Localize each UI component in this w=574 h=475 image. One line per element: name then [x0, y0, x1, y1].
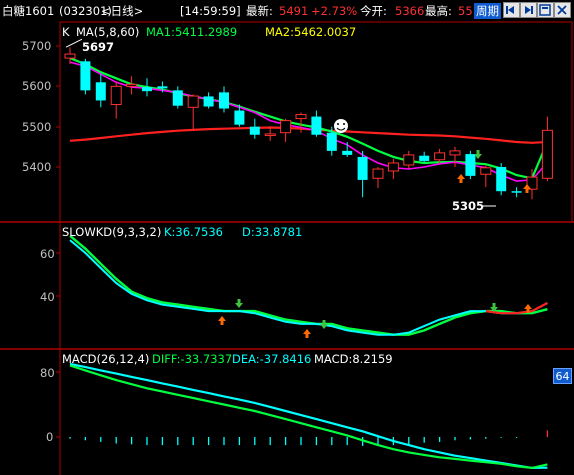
kd-label: SLOWKD(9,3,3,2)	[62, 225, 162, 239]
candle-body	[172, 90, 183, 106]
candle-body	[465, 154, 476, 176]
candle-body	[419, 155, 430, 161]
kd-d-line	[69, 234, 548, 336]
y-tick: 0	[46, 430, 54, 444]
ma2-line	[69, 57, 549, 180]
candle-body	[80, 61, 91, 91]
buy-arrow-icon	[303, 329, 311, 338]
candle-body	[64, 53, 76, 59]
candle-body	[203, 96, 214, 107]
candle-body	[372, 168, 384, 179]
kd-k-value: K:36.7536	[164, 225, 223, 239]
candle-body	[511, 191, 522, 193]
y-tick: 80	[40, 366, 55, 380]
kd-d-value: D:33.8781	[242, 225, 303, 239]
candle-body	[295, 114, 307, 120]
candle-body	[434, 152, 446, 161]
ma2-label: MA2:5462.0037	[265, 25, 357, 39]
buy-arrow-icon	[457, 174, 465, 183]
y-tick: 5600	[22, 79, 52, 93]
candle-body	[342, 150, 353, 155]
smiley-eye	[337, 123, 339, 125]
macd-value: MACD:8.2159	[314, 352, 393, 366]
ma-label: MA(5,8,60)	[76, 25, 140, 39]
macd-diff: DIFF:-33.7337	[152, 352, 233, 366]
y-tick: 40	[40, 290, 55, 304]
smiley-icon	[334, 119, 348, 133]
candle-body	[357, 156, 368, 180]
candle-body	[403, 154, 415, 166]
candle-body	[187, 95, 199, 108]
macd-dea-line	[69, 362, 548, 470]
candle-body	[234, 110, 245, 125]
candle-body	[142, 87, 152, 92]
candle-body	[387, 162, 399, 172]
candle-body	[95, 82, 106, 101]
candle-body	[219, 92, 229, 109]
candle-body	[480, 167, 492, 175]
candle-body	[326, 132, 337, 151]
low-marker: 5305	[452, 199, 485, 213]
candle-body	[541, 129, 553, 179]
macd-dea: DEA:-37.8416	[232, 352, 312, 366]
buy-arrow-icon	[218, 316, 226, 325]
y-tick: 5700	[22, 39, 52, 53]
candle-body	[126, 83, 138, 87]
high-marker: 5697	[82, 40, 115, 54]
sell-arrow-icon	[320, 320, 328, 329]
candle-body	[249, 126, 260, 135]
sell-arrow-icon	[235, 299, 243, 308]
candle-body	[157, 86, 168, 89]
macd-label: MACD(26,12,4)	[62, 352, 150, 366]
candle-body	[449, 150, 461, 156]
candle-body	[110, 85, 122, 105]
candle-body	[311, 116, 322, 135]
ma1-label: MA1:5411.2989	[146, 25, 238, 39]
side-badge[interactable]: 64	[553, 368, 572, 384]
y-tick: 5400	[22, 160, 52, 174]
candle-body	[496, 167, 507, 192]
y-tick: 5500	[22, 120, 52, 134]
smiley-eye	[343, 123, 345, 125]
kd-k-line	[69, 239, 548, 336]
candle-body	[280, 120, 292, 134]
candle-body	[264, 133, 276, 137]
high-marker-line	[65, 38, 83, 48]
y-tick: 60	[40, 247, 55, 261]
k-label: K	[62, 25, 70, 39]
